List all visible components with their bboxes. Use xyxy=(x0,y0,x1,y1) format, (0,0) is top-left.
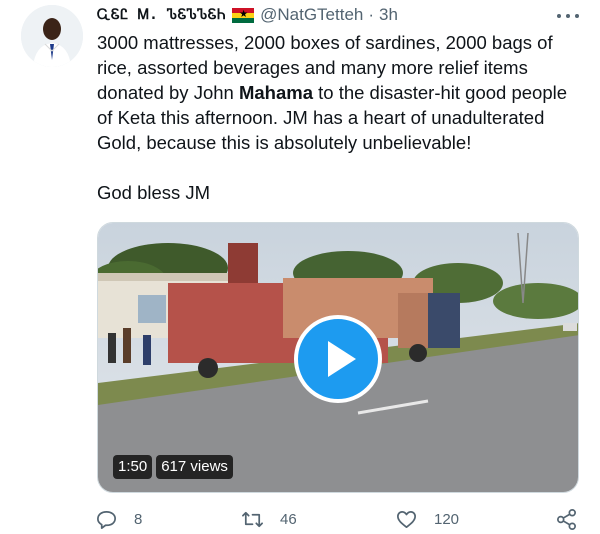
tweet-text-bold: Mahama xyxy=(238,82,313,103)
play-button[interactable] xyxy=(294,315,382,403)
reply-count: 8 xyxy=(134,511,143,528)
reply-button[interactable]: 8 xyxy=(95,508,142,531)
share-icon xyxy=(557,509,576,530)
separator-dot: · xyxy=(368,5,375,24)
video-player[interactable]: 1:50 617 views xyxy=(97,222,579,493)
ghana-flag-icon: ★ xyxy=(232,7,255,23)
video-views: 617 views xyxy=(156,455,233,479)
tweet-text: 3000 mattresses, 2000 boxes of sardines,… xyxy=(97,30,587,155)
video-meta: 1:50 617 views xyxy=(113,455,233,479)
tweet-header: ᏩᏋᏝ Ꮇ. ᏖᏋᏖᏖᏋᏂ ★ @NatGTetteh · 3h xyxy=(97,4,582,26)
retweet-icon xyxy=(242,511,263,528)
more-options-icon[interactable] xyxy=(557,8,579,24)
avatar[interactable] xyxy=(21,5,83,67)
heart-icon xyxy=(397,510,416,529)
timestamp[interactable]: 3h xyxy=(379,5,398,25)
like-button[interactable]: 120 xyxy=(395,508,459,531)
handle[interactable]: @NatGTetteh xyxy=(260,5,363,25)
display-name[interactable]: ᏩᏋᏝ Ꮇ. ᏖᏋᏖᏖᏋᏂ xyxy=(97,7,226,23)
video-duration: 1:50 xyxy=(113,455,153,479)
reply-icon xyxy=(97,510,116,529)
retweet-count: 46 xyxy=(280,511,297,528)
tweet-actions: 8 46 120 xyxy=(95,508,585,534)
retweet-button[interactable]: 46 xyxy=(241,508,297,531)
share-button[interactable] xyxy=(555,508,578,531)
profile-photo xyxy=(21,5,83,67)
tweet-closing-text: God bless JM xyxy=(97,182,211,203)
play-icon xyxy=(328,341,356,377)
like-count: 120 xyxy=(434,511,460,528)
